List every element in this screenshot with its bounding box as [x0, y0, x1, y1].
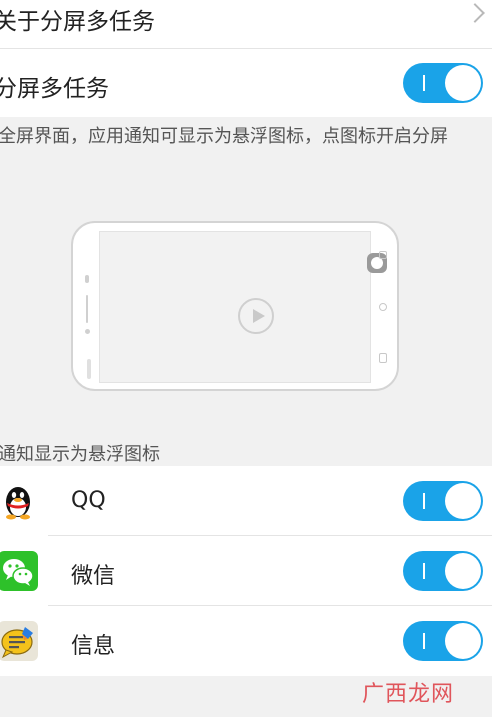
toggle-knob [445, 553, 481, 589]
split-screen-toggle[interactable] [403, 63, 483, 103]
split-screen-settings: 关于分屏多任务 分屏多任务 全屏界面，应用通知可显示为悬浮图标，点图标开启分屏 … [0, 0, 492, 717]
toggle-on-indicator [423, 75, 425, 91]
split-screen-description: 全屏界面，应用通知可显示为悬浮图标，点图标开启分屏 [0, 126, 448, 147]
messages-icon [0, 621, 38, 661]
app-row-wechat: 微信 [0, 536, 492, 606]
wechat-icon [0, 551, 38, 591]
toggle-knob [445, 483, 481, 519]
app-row-qq: QQ [0, 466, 492, 536]
phone-camera [85, 275, 89, 283]
phone-screen [99, 231, 387, 383]
qq-toggle[interactable] [403, 481, 483, 521]
app-name-wechat: 微信 [71, 564, 116, 589]
toggle-on-indicator [423, 493, 425, 509]
toggle-on-indicator [423, 633, 425, 649]
split-screen-title: 分屏多任务 [0, 76, 109, 102]
app-row-messages: 信息 [0, 606, 492, 676]
phone-speaker [86, 295, 88, 323]
phone-illustration [71, 221, 399, 391]
qq-penguin-icon [0, 480, 38, 520]
toggle-on-indicator [423, 563, 425, 579]
play-icon [238, 298, 274, 334]
app-name-messages: 信息 [71, 634, 116, 659]
about-split-screen-row[interactable]: 关于分屏多任务 [0, 0, 492, 48]
home-key-icon [379, 303, 387, 311]
chevron-right-icon [465, 3, 485, 23]
floating-icon-section-label: 通知显示为悬浮图标 [0, 444, 160, 465]
phone-logo-mark [87, 359, 91, 379]
about-split-screen-title: 关于分屏多任务 [0, 9, 155, 35]
phone-sensor [85, 329, 90, 334]
toggle-knob [445, 65, 481, 101]
app-name-qq: QQ [71, 488, 106, 513]
menu-key-icon [379, 251, 387, 259]
split-screen-row: 分屏多任务 [0, 49, 492, 117]
site-watermark: 广西龙网 [362, 682, 455, 707]
back-key-icon [379, 353, 387, 363]
wechat-toggle[interactable] [403, 551, 483, 591]
toggle-knob [445, 623, 481, 659]
messages-toggle[interactable] [403, 621, 483, 661]
